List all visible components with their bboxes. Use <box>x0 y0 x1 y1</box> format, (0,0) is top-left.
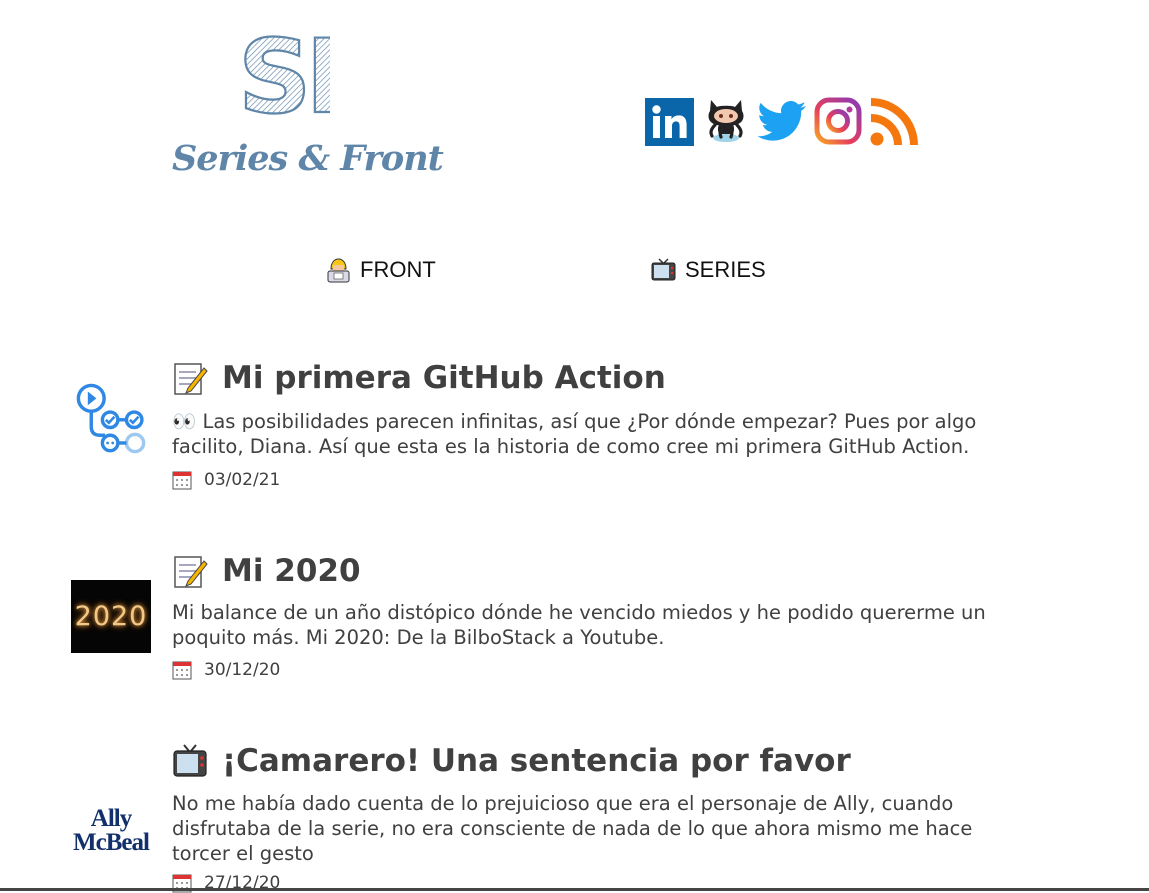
linkedin-icon[interactable] <box>645 98 694 146</box>
memo-icon <box>174 556 208 588</box>
post-thumbnail[interactable]: 2020 <box>71 580 151 653</box>
nav-series-link[interactable]: SERIES <box>650 256 766 283</box>
rss-icon[interactable] <box>870 97 919 146</box>
post-date-text: 03/02/21 <box>204 470 281 490</box>
twitter-icon[interactable] <box>757 100 807 144</box>
nav-front-label: FRONT <box>360 256 436 282</box>
nav-series-label: SERIES <box>685 256 766 282</box>
instagram-icon[interactable] <box>814 97 862 145</box>
logo-mark[interactable]: SF <box>238 28 330 116</box>
post-date: 03/02/21 <box>172 470 280 490</box>
post-title-link[interactable]: ¡Camarero! Una sentencia por favor <box>172 743 851 779</box>
tv-icon <box>651 258 676 281</box>
post-title: ¡Camarero! Una sentencia por favor <box>222 743 851 779</box>
thumbnail-text: Ally <box>90 805 132 833</box>
post-date-text: 30/12/20 <box>204 660 281 680</box>
thumbnail-text: McBeal <box>73 829 150 856</box>
post-thumbnail[interactable]: Ally McBeal <box>71 800 151 862</box>
memo-icon <box>174 363 208 395</box>
post-title-link[interactable]: Mi 2020 <box>172 553 361 589</box>
post-title: Mi 2020 <box>222 553 361 589</box>
post-excerpt: Mi balance de un año distópico dónde he … <box>172 601 986 649</box>
site-title[interactable]: Series & Front <box>172 138 444 179</box>
calendar-icon <box>172 661 192 680</box>
post-title-link[interactable]: Mi primera GitHub Action <box>172 360 666 396</box>
svg-text:SF: SF <box>238 28 330 116</box>
technologist-icon <box>327 258 350 283</box>
tv-icon <box>173 744 207 777</box>
nav-front-link[interactable]: FRONT <box>325 256 436 283</box>
thumbnail-text: 2020 <box>74 601 148 632</box>
post-excerpt: 👀 Las posibilidades parecen infinitas, a… <box>172 410 977 458</box>
post-title: Mi primera GitHub Action <box>222 360 666 396</box>
calendar-icon <box>172 471 192 490</box>
github-icon[interactable] <box>702 94 750 144</box>
post-excerpt: No me había dado cuenta de lo prejuicios… <box>172 792 973 865</box>
post-date: 30/12/20 <box>172 660 280 680</box>
github-actions-logo[interactable] <box>71 382 151 455</box>
